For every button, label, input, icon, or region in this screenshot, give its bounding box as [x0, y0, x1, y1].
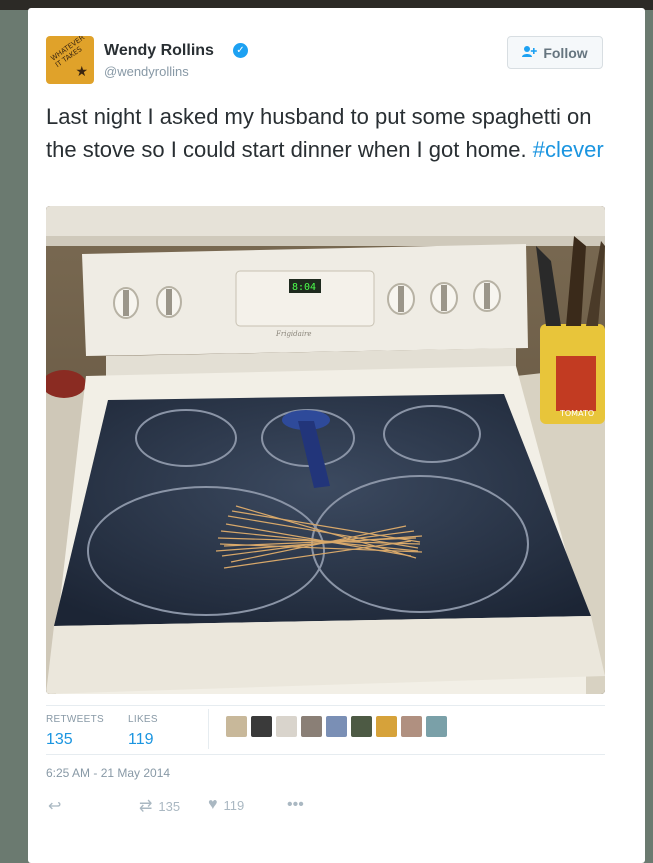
tweet-timestamp[interactable]: 6:25 AM - 21 May 2014 — [46, 766, 170, 780]
stove-brand: Frigidaire — [275, 330, 312, 338]
liker-avatar[interactable] — [326, 716, 347, 737]
more-button[interactable]: ••• — [287, 796, 304, 814]
liker-avatar[interactable] — [376, 716, 397, 737]
liker-avatar[interactable] — [401, 716, 422, 737]
follow-label: Follow — [543, 44, 588, 61]
likes-stat[interactable]: LIKES 119 — [128, 714, 158, 749]
tweet-photo[interactable]: TOMATO 8:04 Frigidaire — [46, 206, 605, 694]
avatar[interactable]: WHATEVER IT TAKES ★ — [46, 36, 94, 84]
tweet-text: Last night I asked my husband to put som… — [46, 100, 616, 166]
tweet-card: WHATEVER IT TAKES ★ Wendy Rollins ✓ @wen… — [28, 8, 645, 863]
liker-avatar[interactable] — [251, 716, 272, 737]
liker-avatar[interactable] — [301, 716, 322, 737]
heart-icon: ♥ — [208, 796, 218, 813]
likes-label: LIKES — [128, 714, 158, 725]
star-icon: ★ — [75, 63, 88, 79]
retweet-button[interactable]: ⇄ 135 — [139, 796, 180, 816]
retweets-stat[interactable]: RETWEETS 135 — [46, 714, 104, 749]
liker-avatar[interactable] — [351, 716, 372, 737]
reply-button[interactable]: ↩ — [48, 796, 61, 816]
follow-button[interactable]: Follow — [507, 36, 603, 69]
stats-divider — [208, 709, 209, 749]
more-icon: ••• — [287, 796, 304, 813]
author-handle[interactable]: @wendyrollins — [104, 64, 189, 79]
liker-avatar[interactable] — [276, 716, 297, 737]
hashtag-link[interactable]: #clever — [533, 137, 604, 162]
author-name[interactable]: Wendy Rollins — [104, 42, 214, 60]
liker-avatar[interactable] — [226, 716, 247, 737]
verified-badge-icon: ✓ — [233, 43, 248, 58]
stove-photo-illustration: TOMATO 8:04 Frigidaire — [46, 206, 605, 694]
likes-value: 119 — [128, 731, 154, 748]
add-user-icon — [522, 45, 538, 61]
liker-avatars — [226, 716, 447, 737]
tweet-body: Last night I asked my husband to put som… — [46, 104, 592, 162]
retweet-count: 135 — [158, 798, 181, 814]
retweets-value: 135 — [46, 731, 73, 748]
like-button[interactable]: ♥ 119 — [208, 796, 244, 814]
reply-icon: ↩ — [48, 798, 62, 815]
liker-avatar[interactable] — [426, 716, 447, 737]
retweets-label: RETWEETS — [46, 714, 104, 725]
engagement-stats: RETWEETS 135 LIKES 119 — [46, 705, 605, 755]
tweet-actions: ↩ ⇄ 135 ♥ 119 ••• — [46, 796, 346, 818]
like-count: 119 — [223, 797, 245, 813]
canister-label: TOMATO — [559, 409, 594, 418]
stove-display: 8:04 — [292, 282, 316, 293]
retweet-icon: ⇄ — [139, 798, 153, 815]
